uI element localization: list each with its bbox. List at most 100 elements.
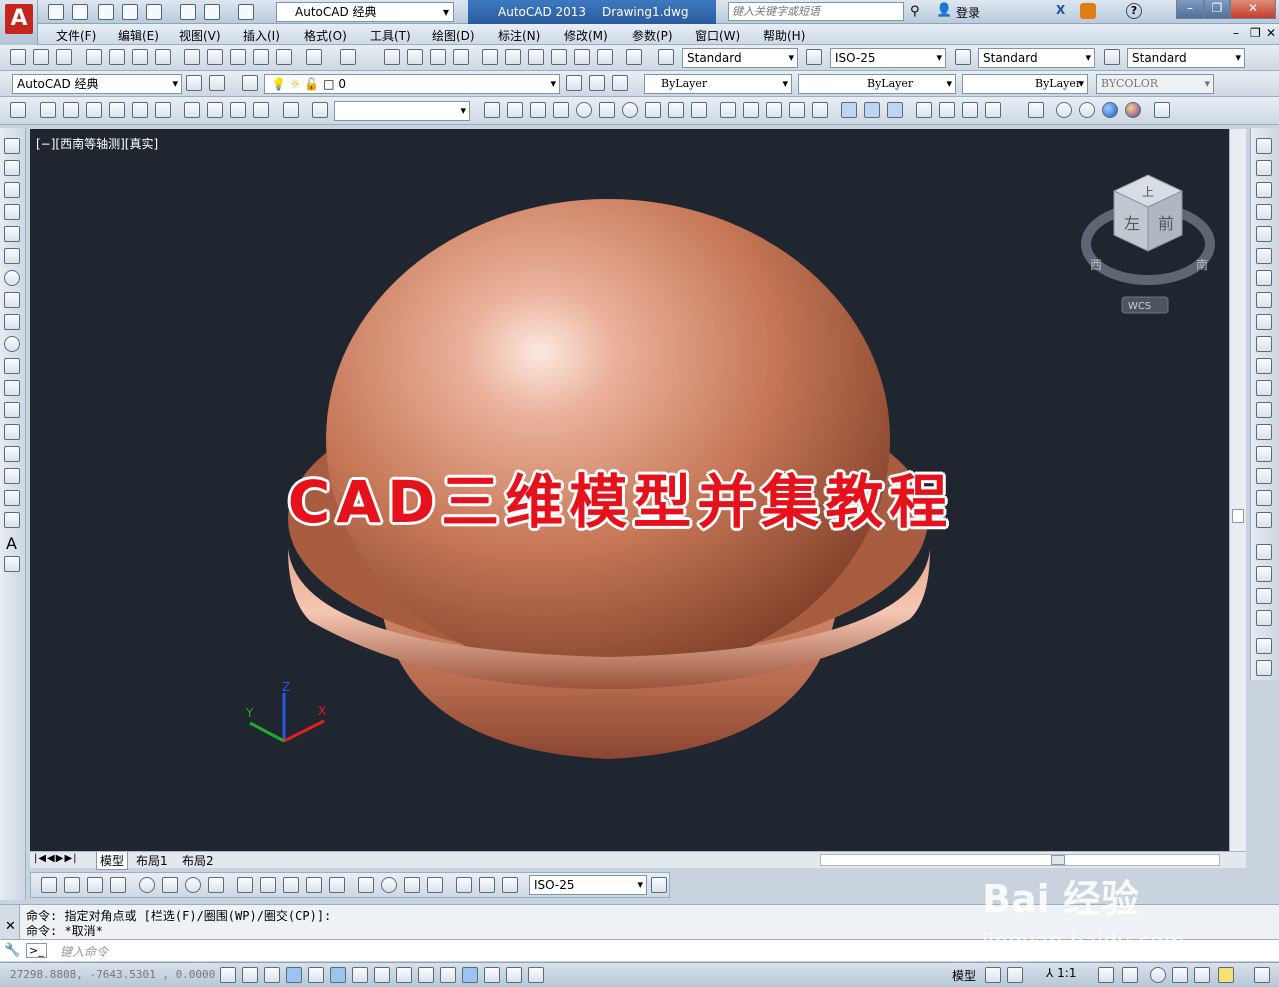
conceptual-icon[interactable] [1125, 102, 1141, 118]
pyramid-icon[interactable] [645, 102, 661, 118]
wedge-icon[interactable] [530, 102, 546, 118]
text-style-icon[interactable] [658, 49, 674, 65]
infer-constraints-icon[interactable] [220, 967, 236, 983]
multileader-style-icon[interactable] [1104, 49, 1120, 65]
object-snap-tracking-icon[interactable] [374, 967, 390, 983]
draw-order-back-icon[interactable] [1256, 566, 1272, 582]
menu-help[interactable]: 帮助(H) [763, 27, 805, 44]
extend-icon[interactable] [1256, 358, 1272, 374]
linear-dim-icon[interactable] [41, 877, 57, 893]
dim-space-icon[interactable] [306, 877, 322, 893]
close-button[interactable]: ✕ [1230, 0, 1276, 19]
auto-scale-icon[interactable] [1122, 967, 1138, 983]
scroll-thumb[interactable] [1232, 509, 1244, 523]
dim-style-icon[interactable] [806, 49, 822, 65]
hatch-icon[interactable] [4, 446, 20, 462]
dim-style-manager-icon[interactable] [651, 877, 667, 893]
break-at-point-icon[interactable] [1256, 380, 1272, 396]
polyline-icon[interactable] [4, 182, 20, 198]
line-icon[interactable] [4, 138, 20, 154]
3d-move-icon[interactable] [916, 102, 932, 118]
layer-state-icon[interactable] [612, 75, 628, 91]
lineweight-icon[interactable] [440, 967, 456, 983]
array-icon[interactable] [1256, 226, 1272, 242]
isolate-objects-icon[interactable] [1218, 967, 1234, 983]
plot-preview-icon[interactable] [146, 4, 162, 20]
properties-icon[interactable] [482, 49, 498, 65]
bring-above-icon[interactable] [1256, 588, 1272, 604]
zoom-realtime-icon[interactable] [407, 49, 423, 65]
help-icon[interactable]: ? [1126, 3, 1142, 19]
new-file-icon[interactable] [48, 4, 64, 20]
menu-format[interactable]: 格式(O) [304, 27, 347, 44]
point-icon[interactable] [4, 424, 20, 440]
inspection-icon[interactable] [404, 877, 420, 893]
vertical-scrollbar[interactable] [1229, 129, 1246, 851]
layer-select[interactable]: 💡 ☼ 🔓 □ 0 [264, 74, 560, 94]
copy-icon[interactable] [207, 49, 223, 65]
tab-layout2[interactable]: 布局2 [182, 852, 214, 869]
sw-iso-icon[interactable] [184, 102, 200, 118]
ortho-mode-icon[interactable] [286, 967, 302, 983]
design-center-icon[interactable] [505, 49, 521, 65]
zoom-previous-icon[interactable] [453, 49, 469, 65]
undo-icon[interactable] [204, 4, 220, 20]
circle-icon[interactable] [4, 270, 20, 286]
planar-surface-icon[interactable] [691, 102, 707, 118]
subtract-icon[interactable] [864, 102, 880, 118]
menu-file[interactable]: 文件(F) [56, 27, 96, 44]
pan-icon[interactable] [384, 49, 400, 65]
lineweight-select[interactable]: ByLayer [962, 74, 1088, 94]
color-select[interactable]: ByLayer [644, 74, 792, 94]
diameter-dim-icon[interactable] [185, 877, 201, 893]
camera-icon[interactable] [283, 102, 299, 118]
qnew-icon[interactable] [10, 49, 26, 65]
dim-break-icon[interactable] [329, 877, 345, 893]
blend-curves-icon[interactable] [1256, 490, 1272, 506]
annotation-visibility-icon[interactable] [1098, 967, 1114, 983]
menu-view[interactable]: 视图(V) [179, 27, 221, 44]
sweep-icon[interactable] [766, 102, 782, 118]
table-style-icon[interactable] [955, 49, 971, 65]
annotation-monitor-icon[interactable] [528, 967, 544, 983]
left-view-icon[interactable] [86, 102, 102, 118]
ordinate-dim-icon[interactable] [110, 877, 126, 893]
cylinder-icon[interactable] [599, 102, 615, 118]
polar-tracking-icon[interactable] [308, 967, 324, 983]
break-icon[interactable] [1256, 402, 1272, 418]
save-as-icon[interactable] [122, 4, 138, 20]
horizontal-scrollbar[interactable] [820, 854, 1220, 866]
block-editor-icon[interactable] [276, 49, 292, 65]
arc-icon[interactable] [4, 248, 20, 264]
match-properties-icon[interactable] [253, 49, 269, 65]
cut-icon[interactable] [184, 49, 200, 65]
coordinates-readout[interactable]: 27298.8808, -7643.5301 , 0.0000 [10, 968, 215, 981]
3d-array-icon[interactable] [985, 102, 1001, 118]
trim-icon[interactable] [1256, 336, 1272, 352]
gradient-icon[interactable] [4, 468, 20, 484]
command-grip[interactable]: ✕ [0, 905, 20, 939]
jogged-linear-icon[interactable] [427, 877, 443, 893]
table-style-select[interactable]: Standard [978, 48, 1095, 68]
exchange-icon[interactable]: X [1056, 3, 1072, 19]
3d-dwf-icon[interactable] [155, 49, 171, 65]
viewcube[interactable]: 上 左 前 西 南 WCS [1078, 169, 1218, 319]
lock-icon[interactable] [1080, 3, 1096, 19]
dim-style-control[interactable]: ISO-25 [529, 875, 647, 895]
dim-text-edit-icon[interactable] [479, 877, 495, 893]
dim-update-icon[interactable] [502, 877, 518, 893]
quick-view-layouts-icon[interactable] [985, 967, 1001, 983]
menu-parametric[interactable]: 参数(P) [632, 27, 673, 44]
tolerance-icon[interactable] [358, 877, 374, 893]
send-under-icon[interactable] [1256, 610, 1272, 626]
menu-insert[interactable]: 插入(I) [243, 27, 280, 44]
sphere-icon[interactable] [576, 102, 592, 118]
search-input[interactable]: 键入关键字或短语 [728, 2, 904, 21]
wrench-icon[interactable]: 🔧 [4, 943, 20, 958]
multiline-text-icon[interactable]: A [6, 534, 17, 553]
doc-close-button[interactable]: ✕ [1266, 26, 1276, 40]
doc-restore-button[interactable]: ❐ [1250, 26, 1261, 40]
text-style-select[interactable]: Standard [682, 48, 798, 68]
hardware-acceleration-icon[interactable] [1194, 967, 1210, 983]
nw-iso-icon[interactable] [253, 102, 269, 118]
